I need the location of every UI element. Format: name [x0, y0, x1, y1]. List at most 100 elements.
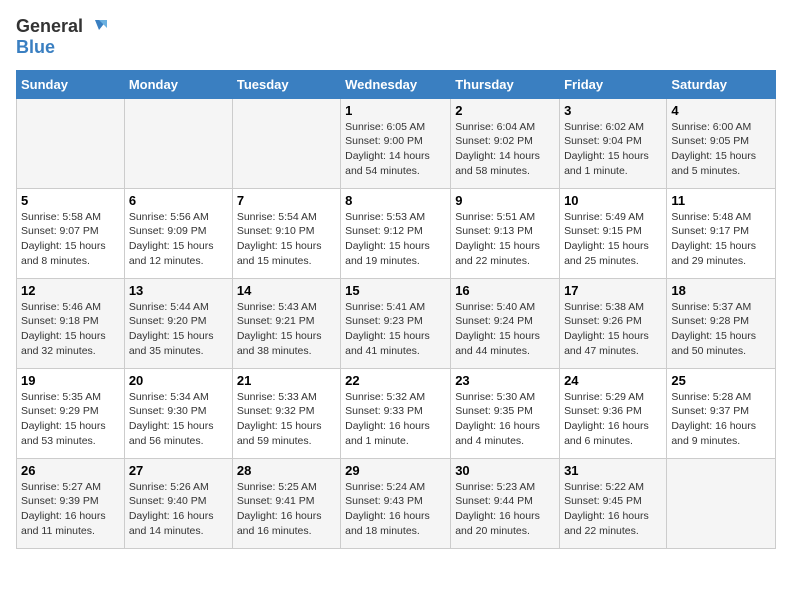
- logo-text-general: General: [16, 17, 83, 37]
- day-number: 11: [671, 193, 771, 208]
- col-header-thursday: Thursday: [451, 70, 560, 98]
- day-number: 20: [129, 373, 228, 388]
- calendar-cell: 25 Sunrise: 5:28 AMSunset: 9:37 PMDayligh…: [667, 368, 776, 458]
- calendar-cell: 30 Sunrise: 5:23 AMSunset: 9:44 PMDayligh…: [451, 458, 560, 548]
- day-info: Sunrise: 5:44 AMSunset: 9:20 PMDaylight:…: [129, 300, 228, 359]
- col-header-friday: Friday: [560, 70, 667, 98]
- calendar-cell: 15Sunrise: 5:41 AMSunset: 9:23 PMDayligh…: [341, 278, 451, 368]
- calendar-cell: 18Sunrise: 5:37 AMSunset: 9:28 PMDayligh…: [667, 278, 776, 368]
- day-info: Sunrise: 5:33 AMSunset: 9:32 PMDaylight:…: [237, 390, 336, 449]
- day-info: Sunrise: 5:25 AMSunset: 9:41 PMDaylight:…: [237, 480, 336, 539]
- day-number: 27: [129, 463, 228, 478]
- day-number: 2: [455, 103, 555, 118]
- day-info: Sunrise: 5:27 AMSunset: 9:39 PMDaylight:…: [21, 480, 120, 539]
- col-header-monday: Monday: [124, 70, 232, 98]
- day-info: Sunrise: 5:51 AMSunset: 9:13 PMDaylight:…: [455, 210, 555, 269]
- day-info: Sunrise: 5:53 AMSunset: 9:12 PMDaylight:…: [345, 210, 446, 269]
- day-info: Sunrise: 6:00 AMSunset: 9:05 PMDaylight:…: [671, 120, 771, 179]
- day-info: Sunrise: 5:23 AMSunset: 9:44 PMDaylight:…: [455, 480, 555, 539]
- calendar-cell: 23Sunrise: 5:30 AMSunset: 9:35 PMDayligh…: [451, 368, 560, 458]
- day-info: Sunrise: 5:58 AMSunset: 9:07 PMDaylight:…: [21, 210, 120, 269]
- day-number: 14: [237, 283, 336, 298]
- calendar-cell: 8 Sunrise: 5:53 AMSunset: 9:12 PMDaylight…: [341, 188, 451, 278]
- day-info: Sunrise: 5:30 AMSunset: 9:35 PMDaylight:…: [455, 390, 555, 449]
- calendar-cell: 14 Sunrise: 5:43 AMSunset: 9:21 PMDayligh…: [232, 278, 340, 368]
- calendar-week-4: 19 Sunrise: 5:35 AMSunset: 9:29 PMDayligh…: [17, 368, 776, 458]
- calendar-cell: 16 Sunrise: 5:40 AMSunset: 9:24 PMDayligh…: [451, 278, 560, 368]
- day-info: Sunrise: 5:40 AMSunset: 9:24 PMDaylight:…: [455, 300, 555, 359]
- day-number: 29: [345, 463, 446, 478]
- day-number: 19: [21, 373, 120, 388]
- calendar-week-3: 12Sunrise: 5:46 AMSunset: 9:18 PMDayligh…: [17, 278, 776, 368]
- calendar-cell: 26 Sunrise: 5:27 AMSunset: 9:39 PMDayligh…: [17, 458, 125, 548]
- calendar-cell: 27 Sunrise: 5:26 AMSunset: 9:40 PMDayligh…: [124, 458, 232, 548]
- day-info: Sunrise: 5:34 AMSunset: 9:30 PMDaylight:…: [129, 390, 228, 449]
- day-info: Sunrise: 5:28 AMSunset: 9:37 PMDaylight:…: [671, 390, 771, 449]
- calendar-cell: [232, 98, 340, 188]
- logo-bird-icon: [85, 16, 107, 38]
- day-info: Sunrise: 6:04 AMSunset: 9:02 PMDaylight:…: [455, 120, 555, 179]
- day-number: 22: [345, 373, 446, 388]
- calendar-cell: [124, 98, 232, 188]
- calendar-cell: 28 Sunrise: 5:25 AMSunset: 9:41 PMDayligh…: [232, 458, 340, 548]
- col-header-wednesday: Wednesday: [341, 70, 451, 98]
- calendar-cell: [667, 458, 776, 548]
- day-info: Sunrise: 5:54 AMSunset: 9:10 PMDaylight:…: [237, 210, 336, 269]
- calendar-cell: 10 Sunrise: 5:49 AMSunset: 9:15 PMDayligh…: [560, 188, 667, 278]
- calendar-cell: 31 Sunrise: 5:22 AMSunset: 9:45 PMDayligh…: [560, 458, 667, 548]
- calendar-cell: 29Sunrise: 5:24 AMSunset: 9:43 PMDayligh…: [341, 458, 451, 548]
- day-number: 3: [564, 103, 662, 118]
- day-info: Sunrise: 5:41 AMSunset: 9:23 PMDaylight:…: [345, 300, 446, 359]
- day-number: 24: [564, 373, 662, 388]
- calendar-cell: 17 Sunrise: 5:38 AMSunset: 9:26 PMDayligh…: [560, 278, 667, 368]
- day-number: 8: [345, 193, 446, 208]
- page-header: General Blue: [16, 16, 776, 58]
- day-number: 30: [455, 463, 555, 478]
- day-number: 9: [455, 193, 555, 208]
- col-header-saturday: Saturday: [667, 70, 776, 98]
- day-number: 17: [564, 283, 662, 298]
- day-number: 25: [671, 373, 771, 388]
- day-number: 13: [129, 283, 228, 298]
- day-info: Sunrise: 5:48 AMSunset: 9:17 PMDaylight:…: [671, 210, 771, 269]
- day-number: 18: [671, 283, 771, 298]
- day-info: Sunrise: 5:32 AMSunset: 9:33 PMDaylight:…: [345, 390, 446, 449]
- calendar-cell: [17, 98, 125, 188]
- day-info: Sunrise: 5:26 AMSunset: 9:40 PMDaylight:…: [129, 480, 228, 539]
- day-info: Sunrise: 5:43 AMSunset: 9:21 PMDaylight:…: [237, 300, 336, 359]
- calendar-cell: 5 Sunrise: 5:58 AMSunset: 9:07 PMDaylight…: [17, 188, 125, 278]
- calendar-cell: 11 Sunrise: 5:48 AMSunset: 9:17 PMDayligh…: [667, 188, 776, 278]
- day-number: 4: [671, 103, 771, 118]
- calendar-cell: 9 Sunrise: 5:51 AMSunset: 9:13 PMDaylight…: [451, 188, 560, 278]
- calendar-cell: 21 Sunrise: 5:33 AMSunset: 9:32 PMDayligh…: [232, 368, 340, 458]
- calendar-week-1: 1Sunrise: 6:05 AMSunset: 9:00 PMDaylight…: [17, 98, 776, 188]
- calendar-table: SundayMondayTuesdayWednesdayThursdayFrid…: [16, 70, 776, 549]
- calendar-cell: 3Sunrise: 6:02 AMSunset: 9:04 PMDaylight…: [560, 98, 667, 188]
- day-number: 31: [564, 463, 662, 478]
- day-info: Sunrise: 5:38 AMSunset: 9:26 PMDaylight:…: [564, 300, 662, 359]
- day-number: 1: [345, 103, 446, 118]
- calendar-cell: 1Sunrise: 6:05 AMSunset: 9:00 PMDaylight…: [341, 98, 451, 188]
- day-number: 6: [129, 193, 228, 208]
- calendar-cell: 4 Sunrise: 6:00 AMSunset: 9:05 PMDaylight…: [667, 98, 776, 188]
- col-header-sunday: Sunday: [17, 70, 125, 98]
- day-info: Sunrise: 5:35 AMSunset: 9:29 PMDaylight:…: [21, 390, 120, 449]
- logo-text-blue: Blue: [16, 38, 55, 58]
- day-number: 21: [237, 373, 336, 388]
- day-number: 10: [564, 193, 662, 208]
- calendar-cell: 20 Sunrise: 5:34 AMSunset: 9:30 PMDayligh…: [124, 368, 232, 458]
- calendar-cell: 2 Sunrise: 6:04 AMSunset: 9:02 PMDaylight…: [451, 98, 560, 188]
- day-number: 28: [237, 463, 336, 478]
- calendar-cell: 13 Sunrise: 5:44 AMSunset: 9:20 PMDayligh…: [124, 278, 232, 368]
- calendar-cell: 12Sunrise: 5:46 AMSunset: 9:18 PMDayligh…: [17, 278, 125, 368]
- col-header-tuesday: Tuesday: [232, 70, 340, 98]
- day-number: 5: [21, 193, 120, 208]
- day-number: 16: [455, 283, 555, 298]
- calendar-cell: 22 Sunrise: 5:32 AMSunset: 9:33 PMDayligh…: [341, 368, 451, 458]
- day-info: Sunrise: 5:22 AMSunset: 9:45 PMDaylight:…: [564, 480, 662, 539]
- day-number: 26: [21, 463, 120, 478]
- calendar-cell: 6 Sunrise: 5:56 AMSunset: 9:09 PMDaylight…: [124, 188, 232, 278]
- day-info: Sunrise: 5:56 AMSunset: 9:09 PMDaylight:…: [129, 210, 228, 269]
- logo: General Blue: [16, 16, 107, 58]
- day-info: Sunrise: 5:49 AMSunset: 9:15 PMDaylight:…: [564, 210, 662, 269]
